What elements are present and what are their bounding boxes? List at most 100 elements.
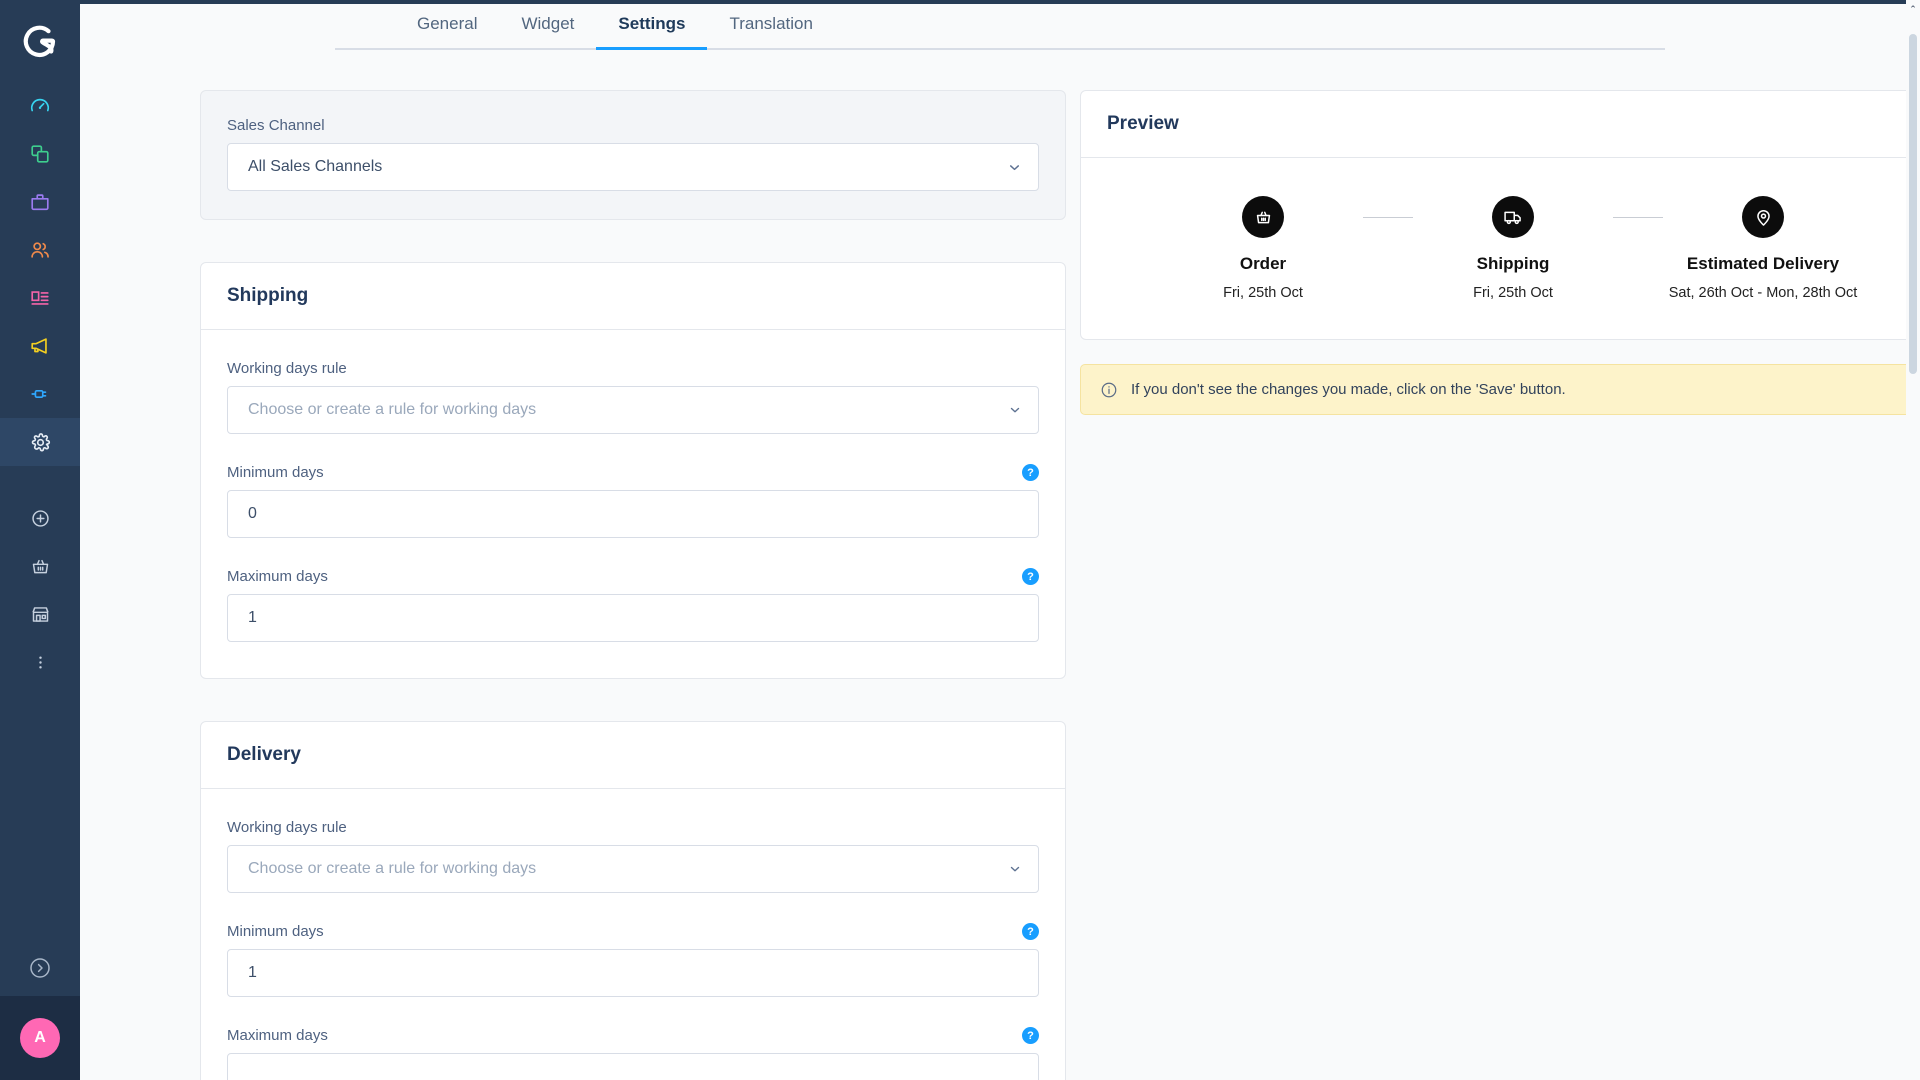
help-icon[interactable]: ? <box>1022 464 1039 481</box>
shipping-title: Shipping <box>201 263 1065 330</box>
sidebar-item-storefront[interactable] <box>0 590 80 638</box>
chevron-down-icon <box>1007 160 1022 175</box>
shipping-working-days-rule-label: Working days rule <box>227 360 347 377</box>
delivery-timeline: Order Fri, 25th Oct Shipping Fri, 25th O… <box>1107 196 1919 301</box>
preview-title: Preview <box>1081 91 1920 158</box>
map-pin-icon <box>1756 209 1770 226</box>
sales-channel-select[interactable]: All Sales Channels <box>227 143 1039 191</box>
delivery-minimum-days-field: Minimum days ? 1 <box>227 923 1039 997</box>
step-title: Estimated Delivery <box>1686 254 1840 273</box>
shipping-minimum-days-value: 0 <box>248 505 257 522</box>
delivery-minimum-days-label: Minimum days <box>227 923 324 940</box>
delivery-title: Delivery <box>201 722 1065 789</box>
megaphone-icon <box>31 338 47 354</box>
page-scrollbar[interactable]: ⌃ <box>1906 0 1920 1080</box>
users-icon <box>31 242 49 258</box>
sidebar-item-content[interactable] <box>0 274 80 322</box>
more-vertical-icon <box>38 655 42 669</box>
sidebar-item-marketing[interactable] <box>0 322 80 370</box>
tab-settings[interactable]: Settings <box>596 4 708 50</box>
user-menu[interactable]: A <box>0 996 80 1080</box>
help-button[interactable] <box>0 940 80 996</box>
chevron-down-icon <box>1008 862 1022 876</box>
sidebar-item-more[interactable] <box>0 638 80 686</box>
speedometer-icon <box>30 98 50 112</box>
chevron-right-circle-icon <box>30 958 50 978</box>
delivery-card: Delivery Working days rule Choose or cre… <box>200 721 1066 1080</box>
chevron-down-icon <box>1008 403 1022 417</box>
scrollbar-thumb[interactable] <box>1909 34 1917 374</box>
sales-channel-card: Sales Channel All Sales Channels <box>200 90 1066 220</box>
shipping-working-days-rule-select[interactable]: Choose or create a rule for working days <box>227 386 1039 434</box>
tab-widget[interactable]: Widget <box>499 4 596 48</box>
shipping-minimum-days-label: Minimum days <box>227 464 324 481</box>
sidebar-item-catalogues[interactable] <box>0 130 80 178</box>
sidebar-item-settings[interactable] <box>0 418 80 466</box>
shipping-maximum-days-label: Maximum days <box>227 568 328 585</box>
delivery-maximum-days-field: Maximum days ? <box>227 1027 1039 1080</box>
step-title: Shipping <box>1476 254 1550 273</box>
shipping-maximum-days-field: Maximum days ? 1 <box>227 568 1039 642</box>
top-accent-bar <box>80 0 1920 4</box>
save-hint-alert: If you don't see the changes you made, c… <box>1080 364 1920 415</box>
tab-general[interactable]: General <box>395 4 499 48</box>
sidebar-item-customers[interactable] <box>0 226 80 274</box>
help-icon[interactable]: ? <box>1022 923 1039 940</box>
help-icon[interactable]: ? <box>1022 1027 1039 1044</box>
sidebar-item-add[interactable] <box>0 494 80 542</box>
settings-layout: Sales Channel All Sales Channels Shippin… <box>80 50 1920 1080</box>
content-icon <box>31 291 49 305</box>
storefront-icon <box>31 606 49 622</box>
plug-icon <box>31 389 47 399</box>
delivery-maximum-days-label: Maximum days <box>227 1027 328 1044</box>
delivery-working-days-rule-select[interactable]: Choose or create a rule for working days <box>227 845 1039 893</box>
timeline-step-estimated-delivery: Estimated Delivery Sat, 26th Oct - Mon, … <box>1663 196 1863 301</box>
step-date: Fri, 25th Oct <box>1223 285 1303 301</box>
delivery-minimum-days-value: 1 <box>248 964 257 981</box>
preview-card: Preview Order Fri, 25th Oct Shipping Fri… <box>1080 90 1920 340</box>
step-date: Sat, 26th Oct - Mon, 28th Oct <box>1668 285 1858 301</box>
sales-channel-label: Sales Channel <box>227 117 325 134</box>
sidebar-main-nav <box>0 82 80 466</box>
briefcase-icon <box>31 194 49 211</box>
shopware-logo-icon <box>23 25 56 57</box>
delivery-working-days-rule-field: Working days rule Choose or create a rul… <box>227 819 1039 893</box>
basket-icon <box>32 559 48 573</box>
delivery-working-days-rule-placeholder: Choose or create a rule for working days <box>248 860 537 877</box>
delivery-minimum-days-input[interactable]: 1 <box>227 949 1039 997</box>
gear-icon <box>31 432 50 451</box>
sidebar-item-extensions[interactable] <box>0 370 80 418</box>
shipping-minimum-days-input[interactable]: 0 <box>227 490 1039 538</box>
plus-circle-icon <box>31 509 49 527</box>
timeline-step-shipping: Shipping Fri, 25th Oct <box>1413 196 1613 301</box>
basket-icon <box>1256 211 1270 223</box>
truck-icon <box>1504 211 1521 225</box>
delivery-working-days-rule-label: Working days rule <box>227 819 347 836</box>
app-logo[interactable] <box>0 0 80 82</box>
timeline-step-order: Order Fri, 25th Oct <box>1163 196 1363 301</box>
shipping-working-days-rule-field: Working days rule Choose or create a rul… <box>227 360 1039 434</box>
sidebar-item-dashboard[interactable] <box>0 82 80 130</box>
step-circle <box>1242 196 1284 238</box>
alert-message: If you don't see the changes you made, c… <box>1131 381 1566 398</box>
settings-column: Sales Channel All Sales Channels Shippin… <box>200 90 1066 1080</box>
info-icon <box>1099 380 1118 399</box>
step-circle <box>1492 196 1534 238</box>
shipping-working-days-rule-placeholder: Choose or create a rule for working days <box>248 401 537 418</box>
shipping-card: Shipping Working days rule Choose or cre… <box>200 262 1066 679</box>
sidebar-quick-nav <box>0 494 80 686</box>
timeline-connector <box>1363 217 1413 218</box>
step-circle <box>1742 196 1784 238</box>
delivery-maximum-days-input[interactable] <box>227 1053 1039 1080</box>
shipping-maximum-days-input[interactable]: 1 <box>227 594 1039 642</box>
scroll-up-arrow[interactable]: ⌃ <box>1906 4 1920 15</box>
sidebar-item-orders[interactable] <box>0 178 80 226</box>
preview-column: Preview Order Fri, 25th Oct Shipping Fri… <box>1080 90 1920 415</box>
layers-icon <box>31 145 49 163</box>
help-icon[interactable]: ? <box>1022 568 1039 585</box>
shipping-maximum-days-value: 1 <box>248 609 257 626</box>
sidebar-item-basket[interactable] <box>0 542 80 590</box>
avatar[interactable]: A <box>20 1018 60 1058</box>
tab-translation[interactable]: Translation <box>707 4 834 48</box>
sales-channel-value: All Sales Channels <box>248 158 383 175</box>
